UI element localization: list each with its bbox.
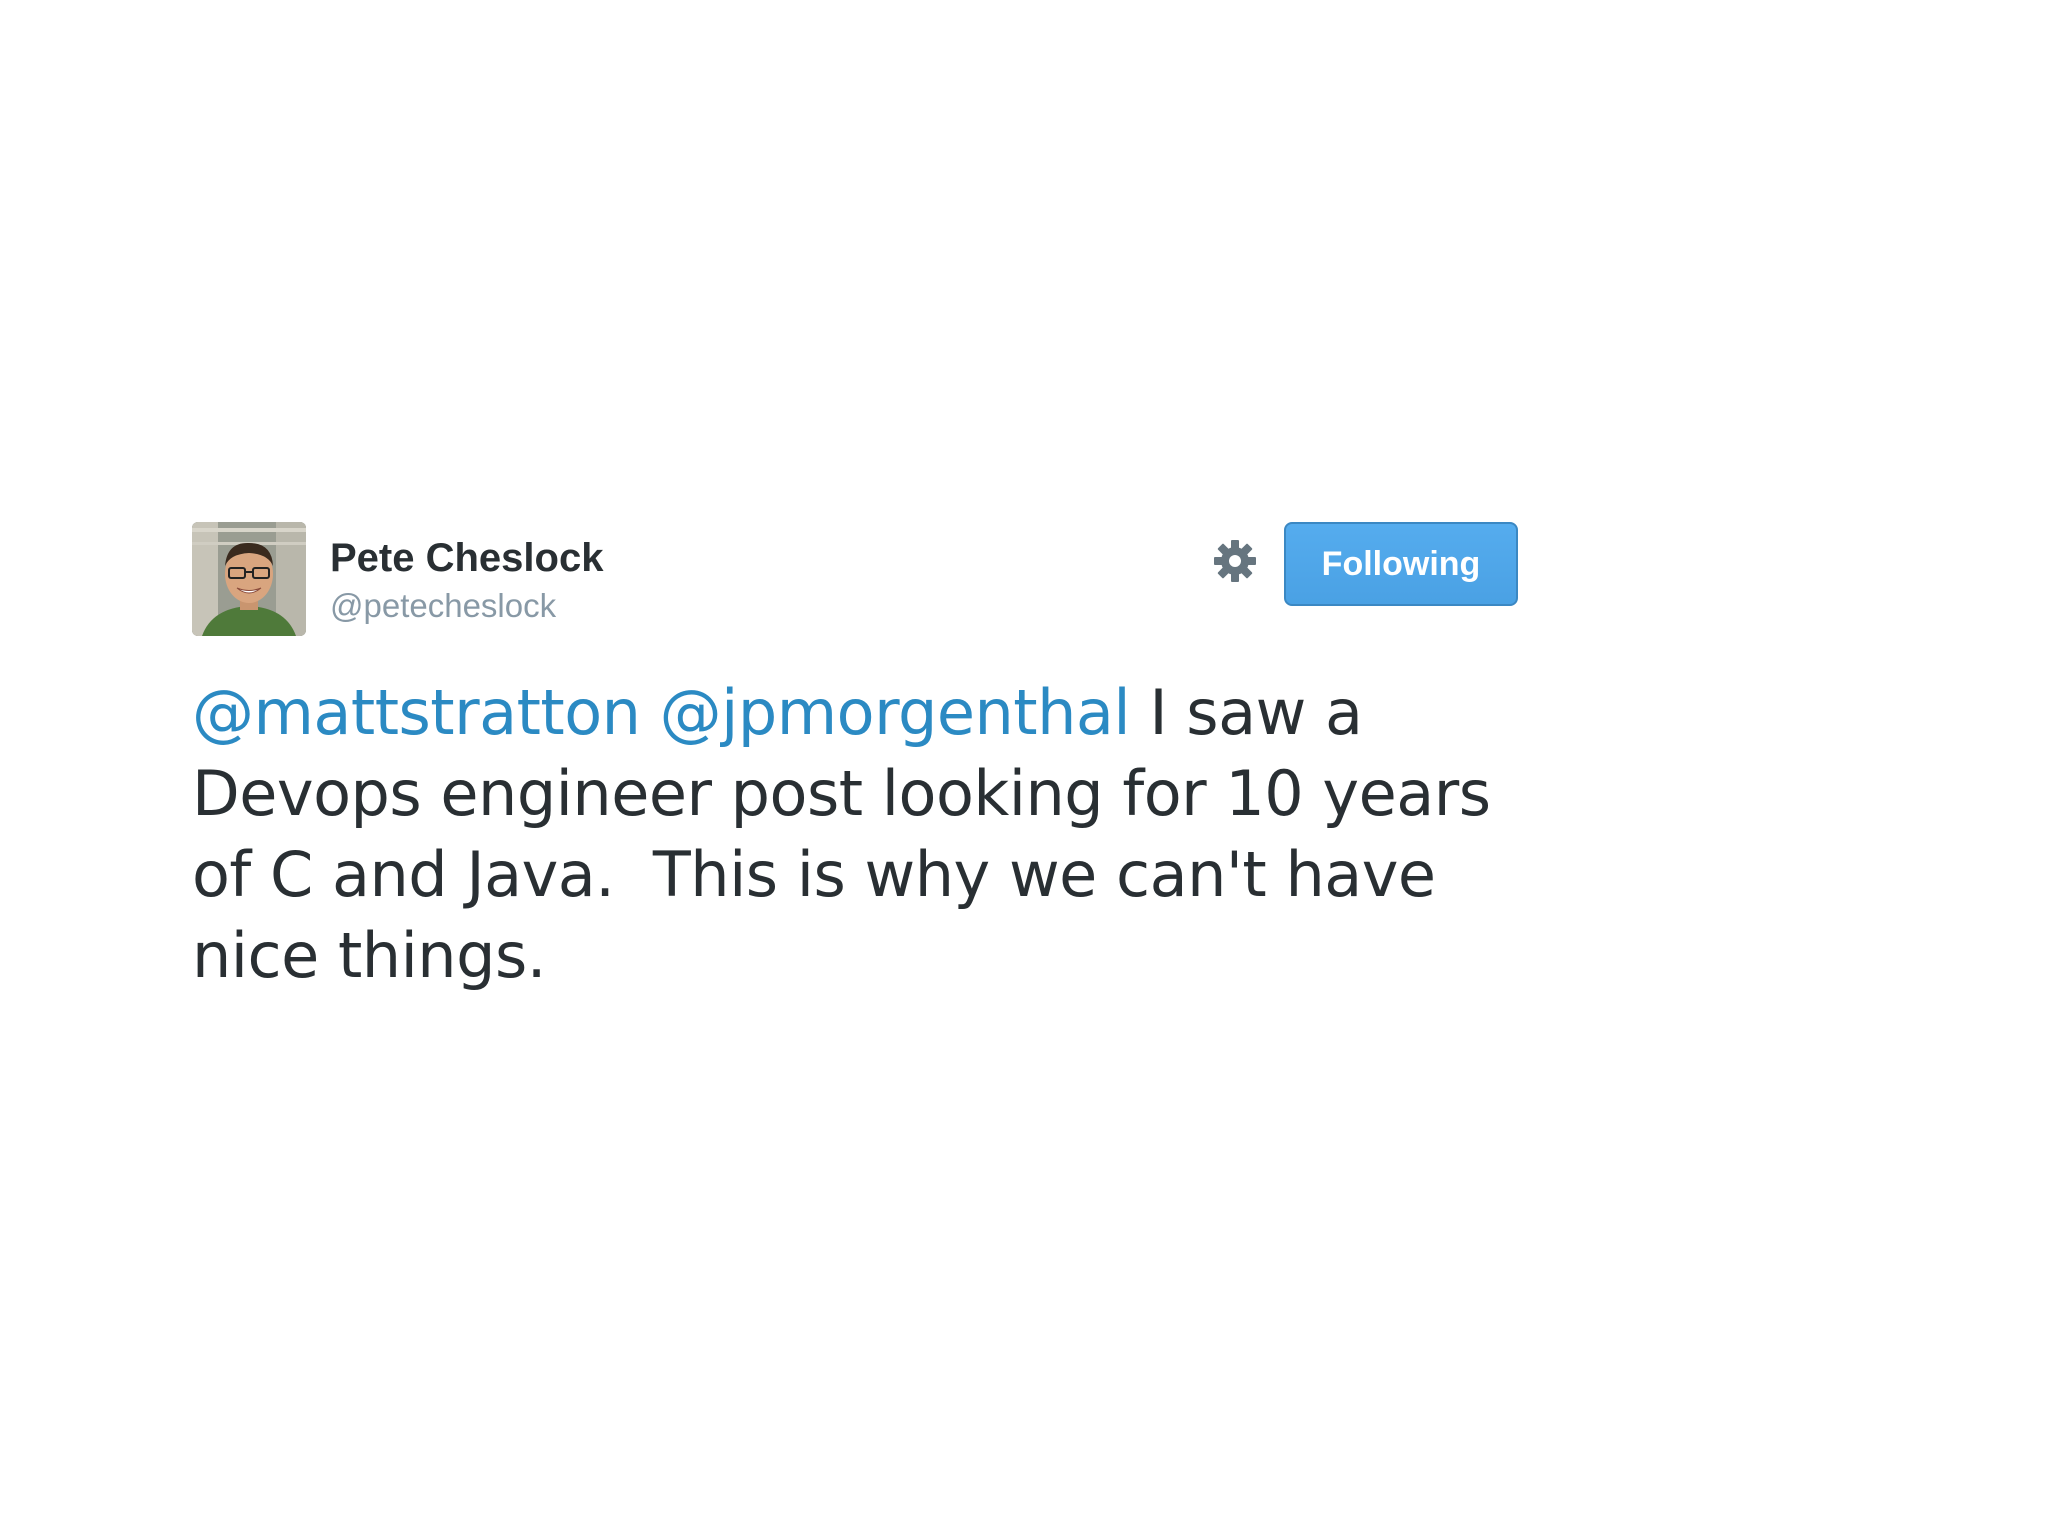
author-name[interactable]: Pete Cheslock (330, 534, 603, 582)
author-info: Pete Cheslock @petecheslock (330, 534, 603, 628)
tweet-text-fragment: I saw a (1130, 676, 1363, 749)
following-button[interactable]: Following (1284, 522, 1518, 606)
tweet-header: Pete Cheslock @petecheslock Following (192, 522, 1522, 638)
tweet-text-line-1: @mattstratton @jpmorgenthal I saw a (192, 672, 1522, 753)
tweet-text-line-3: of C and Java. This is why we can't have (192, 838, 1436, 911)
mention-link[interactable]: @jpmorgenthal (660, 676, 1131, 749)
tweet-card: Pete Cheslock @petecheslock Following @m… (192, 522, 1522, 992)
tweet-text: @mattstratton @jpmorgenthal I saw a Devo… (192, 672, 1522, 996)
gear-icon[interactable] (1210, 536, 1260, 586)
mention-link[interactable]: @mattstratton (192, 676, 641, 749)
author-handle[interactable]: @petecheslock (330, 584, 603, 628)
avatar[interactable] (192, 522, 306, 636)
page: Pete Cheslock @petecheslock Following @m… (0, 0, 2048, 1536)
tweet-text-line-2: Devops engineer post looking for 10 year… (192, 757, 1491, 830)
tweet-text-line-4: nice things. (192, 919, 546, 992)
